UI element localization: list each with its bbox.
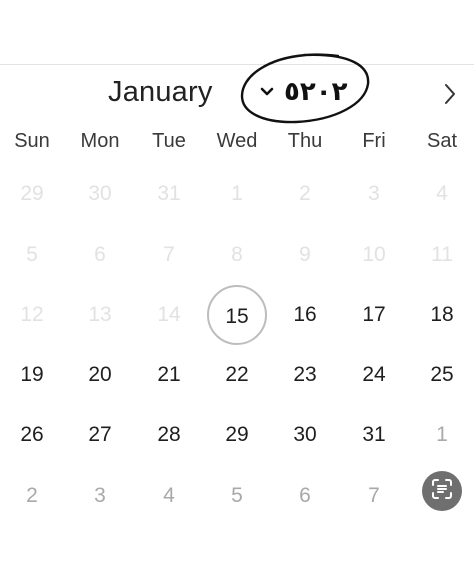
weekday-wed: Wed xyxy=(216,130,258,152)
day-cell: 4 xyxy=(436,182,448,205)
day-cell: 29 xyxy=(20,182,44,205)
day-cell: 14 xyxy=(157,303,181,326)
weekday-sat: Sat xyxy=(426,130,458,152)
day-cell[interactable]: 24 xyxy=(344,345,404,405)
day-cell: 11 xyxy=(431,243,453,266)
week-row: 234567 xyxy=(0,466,474,526)
day-cell[interactable]: 22 xyxy=(207,345,267,405)
week-row: 26 27 28 29 30 31 1 xyxy=(0,405,474,465)
chevron-down-icon xyxy=(256,81,278,103)
date-picker: January ٢٠٢٥ Sun Mon Tue Wed Thu Fri Sat 29 30 3… xyxy=(0,0,474,569)
weekday-header: Sun Mon Tue Wed Thu Fri Sat xyxy=(0,126,474,156)
day-cell[interactable]: 5 xyxy=(207,466,267,526)
day-cell[interactable]: 23 xyxy=(275,345,335,405)
day-cell: 3 xyxy=(368,182,380,205)
day-cell[interactable]: 4 xyxy=(139,466,199,526)
day-cell[interactable]: 28 xyxy=(139,405,199,465)
day-cell[interactable]: 17 xyxy=(344,285,404,345)
year-dropdown[interactable]: ٢٠٢٥ xyxy=(256,72,366,112)
week-row: 12 13 14 15 16 17 18 xyxy=(0,285,474,345)
day-cell: 30 xyxy=(88,182,112,205)
day-cell: 9 xyxy=(299,243,311,266)
day-cell[interactable]: 31 xyxy=(344,405,404,465)
week-row: 29 30 31 1 2 3 4 xyxy=(0,164,474,224)
day-cell: 6 xyxy=(94,243,106,266)
day-cell: 2 xyxy=(299,182,311,205)
text-scan-icon xyxy=(430,477,454,506)
next-month-button[interactable] xyxy=(434,80,466,112)
day-cell-today[interactable]: 15 xyxy=(207,285,267,345)
day-cell: 8 xyxy=(231,243,243,266)
day-cell: 5 xyxy=(26,243,38,266)
chevron-right-icon xyxy=(443,82,457,111)
day-cell[interactable]: 21 xyxy=(139,345,199,405)
day-cell[interactable]: 18 xyxy=(412,285,472,345)
day-cell: 31 xyxy=(157,182,181,205)
day-cell[interactable]: 7 xyxy=(344,466,404,526)
weekday-tue: Tue xyxy=(152,130,186,152)
day-cell[interactable]: 27 xyxy=(70,405,130,465)
month-label[interactable]: January xyxy=(108,76,213,109)
week-row: 19 20 21 22 23 24 25 xyxy=(0,345,474,405)
day-cell[interactable]: 1 xyxy=(412,405,472,465)
year-value: ٢٠٢٥ xyxy=(284,77,348,107)
day-cell: 7 xyxy=(163,243,175,266)
weekday-thu: Thu xyxy=(287,130,323,152)
day-cell: 1 xyxy=(231,182,243,205)
day-cell: 10 xyxy=(362,243,386,266)
day-cell[interactable]: 20 xyxy=(70,345,130,405)
day-cell[interactable]: 29 xyxy=(207,405,267,465)
day-cell: 13 xyxy=(88,303,112,326)
day-cell[interactable]: 3 xyxy=(70,466,130,526)
day-cell[interactable]: 25 xyxy=(412,345,472,405)
day-cell[interactable]: 2 xyxy=(2,466,62,526)
day-cell: 12 xyxy=(20,303,44,326)
weekday-sun: Sun xyxy=(14,130,50,152)
day-cell[interactable]: 26 xyxy=(2,405,62,465)
weekday-mon: Mon xyxy=(80,130,120,152)
week-row: 5 6 7 8 9 10 11 xyxy=(0,225,474,285)
day-cell[interactable]: 19 xyxy=(2,345,62,405)
weekday-fri: Fri xyxy=(362,130,386,152)
top-divider xyxy=(0,64,474,65)
day-cell[interactable]: 30 xyxy=(275,405,335,465)
day-cell[interactable]: 16 xyxy=(275,285,335,345)
scan-text-button[interactable] xyxy=(422,471,462,511)
day-cell[interactable]: 6 xyxy=(275,466,335,526)
